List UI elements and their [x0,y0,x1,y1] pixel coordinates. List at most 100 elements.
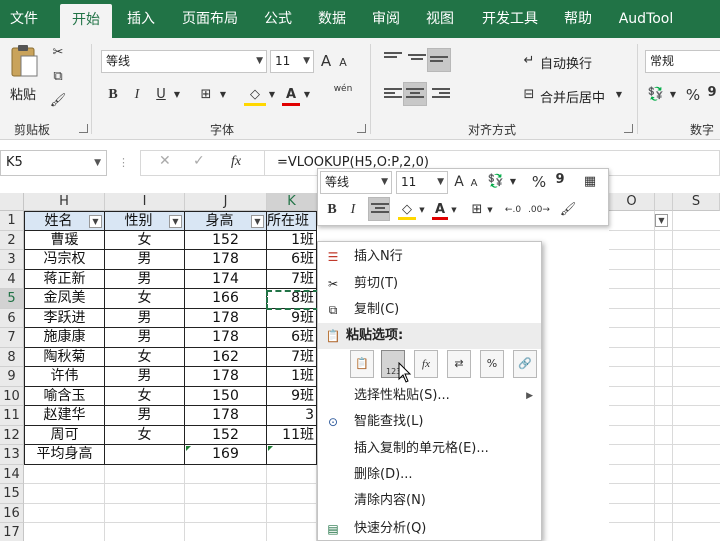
grid-cell[interactable] [609,367,655,387]
row-header-7[interactable]: 7 [0,328,24,348]
chevron-down-icon[interactable]: ▼ [302,84,312,106]
grid-cell[interactable] [673,445,720,465]
insert-function-icon[interactable]: fx [231,154,241,170]
paste-option-formulas-icon[interactable]: fx [414,350,438,378]
grid-cell[interactable] [673,504,720,523]
grid-cell[interactable] [673,250,720,270]
grid-cell[interactable] [655,328,673,348]
summary-value-cell[interactable]: 169 [185,445,267,465]
grid-cell[interactable] [655,445,673,465]
grid-cell[interactable] [609,230,655,250]
grid-cell[interactable] [609,269,655,289]
table-cell[interactable]: 金凤美 [24,289,105,309]
grid-cell[interactable] [655,386,673,406]
grid-cell[interactable] [609,328,655,348]
format-painter-icon[interactable]: 🖌 [48,90,68,112]
table-cell[interactable]: 李跃进 [24,308,105,328]
percent-style-button[interactable]: % [684,84,702,106]
table-cell[interactable]: 冯宗权 [24,250,105,270]
menu-item-smart-lookup[interactable]: ⊙ 智能查找(L) [318,409,541,435]
row-header-9[interactable]: 9 [0,367,24,387]
filter-dropdown-icon[interactable]: ▼ [169,215,182,228]
table-header-cell[interactable]: 姓名 ▼ [24,211,105,231]
table-cell[interactable]: 女 [105,347,185,367]
table-cell[interactable]: 152 [185,425,267,445]
table-cell[interactable]: 女 [105,425,185,445]
table-cell[interactable]: 7班 [267,269,317,289]
table-cell[interactable]: 赵建华 [24,406,105,426]
grid-cell[interactable] [609,523,655,541]
mini-bold-button[interactable]: B [324,199,340,221]
align-bottom-icon[interactable] [430,56,448,70]
accounting-format-icon[interactable]: 💱 [486,171,506,193]
grid-cell[interactable] [655,347,673,367]
table-cell[interactable]: 1班 [267,367,317,387]
row-header-14[interactable]: 14 [0,464,24,484]
column-header-i[interactable]: I [105,193,185,211]
grid-cell[interactable] [673,309,720,328]
mini-borders-icon[interactable]: ⊞ [468,199,486,221]
row-header-13[interactable]: 13 [0,445,24,465]
table-cell[interactable]: 男 [105,308,185,328]
chevron-down-icon[interactable]: ▼ [418,199,426,221]
fill-color-icon[interactable]: ◇ [244,84,266,106]
tab-insert[interactable]: 插入 [118,0,164,38]
row-header-15[interactable]: 15 [0,484,24,504]
row-header-3[interactable]: 3 [0,250,24,270]
row-header-10[interactable]: 10 [0,386,24,406]
menu-item-insert-copied-cells[interactable]: 插入复制的单元格(E)... [318,436,541,462]
chevron-down-icon[interactable]: ▼ [267,84,277,106]
merge-center-icon[interactable]: ⊟ [520,84,538,106]
row-header-5[interactable]: 5 [0,289,24,309]
align-middle-icon[interactable] [408,54,426,68]
table-header-cell[interactable]: 身高 ▼ [185,211,267,231]
grid-cell[interactable] [655,464,673,484]
table-cell[interactable]: 女 [105,386,185,406]
column-header-o[interactable]: O [609,193,655,211]
table-header-cell[interactable]: 性别 ▼ [105,211,185,231]
align-top-icon[interactable] [384,52,402,66]
table-cell[interactable]: 男 [105,269,185,289]
name-box[interactable]: K5 ▼ [0,150,107,176]
tab-data[interactable]: 数据 [310,0,354,38]
table-cell[interactable]: 男 [105,250,185,270]
table-header-cell[interactable]: 所在班 [267,211,317,231]
grid-cell[interactable] [655,230,673,250]
table-cell[interactable]: 178 [185,328,267,348]
table-cell[interactable]: 女 [105,289,185,309]
grid-cell[interactable] [185,523,267,541]
grid-cell[interactable] [655,425,673,445]
mini-italic-button[interactable]: I [346,199,360,221]
tab-page-layout[interactable]: 页面布局 [176,0,244,38]
grid-cell[interactable] [609,347,655,367]
grid-cell[interactable] [673,328,720,348]
grid-cell[interactable] [609,211,655,231]
grid-cell[interactable] [609,445,655,465]
grid-cell[interactable] [105,523,185,541]
borders-icon[interactable]: ⊞ [196,84,216,106]
grid-cell[interactable] [655,367,673,387]
table-cell[interactable]: 178 [185,250,267,270]
wrap-text-button[interactable]: 自动换行 [540,53,592,72]
cancel-icon[interactable]: ✕ [159,153,171,169]
chevron-down-icon[interactable]: ▼ [614,84,624,106]
table-cell[interactable]: 178 [185,367,267,387]
chevron-down-icon[interactable]: ▼ [218,84,228,106]
row-header-2[interactable]: 2 [0,230,24,250]
shrink-font-icon[interactable]: A [468,173,480,195]
row-header-16[interactable]: 16 [0,503,24,523]
grid-cell[interactable] [185,464,267,484]
filter-dropdown-icon[interactable]: ▼ [655,214,668,227]
grid-cell[interactable] [655,269,673,289]
table-cell[interactable]: 施康康 [24,328,105,348]
grid-cell[interactable] [673,367,720,387]
tab-file[interactable]: 文件 [0,0,48,38]
row-header-6[interactable]: 6 [0,308,24,328]
grid-cell[interactable] [185,484,267,504]
column-header-k[interactable]: K [267,193,317,211]
select-all-corner[interactable] [0,193,24,211]
row-header-11[interactable]: 11 [0,406,24,426]
table-cell[interactable]: 周可 [24,425,105,445]
grid-cell[interactable] [609,484,655,504]
summary-empty-cell[interactable] [267,445,317,465]
